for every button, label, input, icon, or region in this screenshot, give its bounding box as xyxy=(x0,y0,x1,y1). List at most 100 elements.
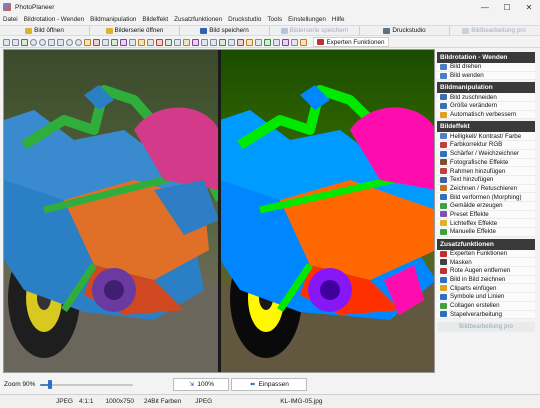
compare-divider[interactable] xyxy=(218,50,221,372)
item-manuelle-effekte[interactable]: Manuelle Effekte xyxy=(437,228,535,237)
save-series-button[interactable]: Bilderserie speichern xyxy=(270,25,360,36)
light-effects-icon xyxy=(440,220,447,227)
menu-bildmanipulation[interactable]: Bildmanipulation xyxy=(87,16,139,23)
undo-icon[interactable] xyxy=(201,38,208,46)
item-text[interactable]: Text hinzufügen xyxy=(437,175,535,185)
item-zeichnen[interactable]: Zeichnen / Retuschieren xyxy=(437,184,535,194)
motorcycle-photo-edited xyxy=(220,50,434,372)
minimize-button[interactable]: — xyxy=(474,0,496,14)
motorcycle-photo-original xyxy=(4,50,220,372)
item-collagen[interactable]: Collagen erstellen xyxy=(437,301,535,311)
compare-icon[interactable] xyxy=(219,38,226,46)
section-header-rotation: Bildrotation - Wenden xyxy=(437,52,535,63)
zoom-in-icon[interactable] xyxy=(66,38,73,46)
menu-bildrotation[interactable]: Bildrotation - Wenden xyxy=(21,16,87,23)
rotate-left-icon[interactable] xyxy=(30,38,37,46)
zoom-label: Zoom 90% xyxy=(4,380,36,388)
redo-icon[interactable] xyxy=(210,38,217,46)
item-schaerfer[interactable]: Schärfer / Weichzeichner xyxy=(437,149,535,159)
grid-icon[interactable] xyxy=(255,38,262,46)
item-verformen[interactable]: Bild verformen (Morphing) xyxy=(437,193,535,202)
filter-icon[interactable] xyxy=(111,38,118,46)
item-stapel[interactable]: Stapelverarbeitung xyxy=(437,310,535,320)
symbols-icon[interactable] xyxy=(273,38,280,46)
save-icon[interactable] xyxy=(12,38,19,46)
mask-icon[interactable] xyxy=(174,38,181,46)
flip-vertical-icon[interactable] xyxy=(57,38,64,46)
settings-icon[interactable] xyxy=(291,38,298,46)
collage-icon[interactable] xyxy=(264,38,271,46)
batch-process-button[interactable]: Bildbearbeitung pro xyxy=(450,26,538,36)
menu-zusatzfunktionen[interactable]: Zusatzfunktionen xyxy=(171,16,225,23)
item-rahmen[interactable]: Rahmen hinzufügen xyxy=(437,167,535,176)
clipart-icon[interactable] xyxy=(165,38,172,46)
open-icon[interactable] xyxy=(3,38,10,46)
menu-hilfe[interactable]: Hilfe xyxy=(329,16,348,23)
morph-icon xyxy=(440,194,447,201)
save-icon xyxy=(200,27,208,34)
zoom-slider[interactable] xyxy=(40,379,134,389)
item-masken[interactable]: Masken xyxy=(437,258,535,268)
sharpen-icon[interactable] xyxy=(102,38,109,46)
menu-datei[interactable]: Datei xyxy=(0,16,21,23)
item-symbole[interactable]: Symbole und Linien xyxy=(437,293,535,302)
image-canvas[interactable] xyxy=(3,49,435,373)
item-helligkeit[interactable]: Helligkeit/ Kontrast/ Farbe xyxy=(437,132,535,142)
item-lichteffex[interactable]: Lichteffex Effekte xyxy=(437,219,535,228)
item-experten[interactable]: Experten Funktionen xyxy=(437,249,535,259)
light-effect-icon[interactable] xyxy=(246,38,253,46)
item-zuschneiden[interactable]: Bild zuschneiden xyxy=(437,93,535,103)
frame-icon[interactable] xyxy=(147,38,154,46)
title-bar: PhotoPlaneer — ☐ ✕ xyxy=(0,0,540,14)
morph-icon[interactable] xyxy=(282,38,289,46)
zoom-100-button[interactable]: ⇲ 100% xyxy=(173,377,230,391)
brightness-icon xyxy=(440,133,447,140)
crop-icon[interactable] xyxy=(21,38,28,46)
maximize-button[interactable]: ☐ xyxy=(496,0,518,14)
delete-icon[interactable] xyxy=(237,38,244,46)
item-cliparts[interactable]: Cliparts einfügen xyxy=(437,284,535,294)
zoom-icon: ⇲ xyxy=(188,381,195,388)
flip-horizontal-icon[interactable] xyxy=(48,38,55,46)
crop-icon xyxy=(440,94,447,101)
pro-editing-button[interactable]: Bildbearbeitung pro xyxy=(437,322,535,333)
zoom-out-icon[interactable] xyxy=(75,38,82,46)
help-icon[interactable] xyxy=(300,38,307,46)
preset-icon[interactable] xyxy=(192,38,199,46)
fit-button[interactable]: ⬌ Einpassen xyxy=(231,377,308,391)
open-series-button[interactable]: Bilderserie öffnen xyxy=(90,25,180,36)
item-auto-verbessern[interactable]: Automatisch verbessern xyxy=(437,110,535,120)
text-icon[interactable] xyxy=(138,38,145,46)
rotate-right-icon[interactable] xyxy=(39,38,46,46)
zoom-slider-thumb[interactable] xyxy=(47,379,52,389)
brightness-icon[interactable] xyxy=(84,38,91,46)
color-icon[interactable] xyxy=(93,38,100,46)
print-icon[interactable] xyxy=(228,38,235,46)
save-image-button[interactable]: Bild speichern xyxy=(180,25,270,36)
menu-einstellungen[interactable]: Einstellungen xyxy=(285,16,329,23)
item-bild-drehen[interactable]: Bild drehen xyxy=(437,63,535,72)
resize-icon[interactable] xyxy=(129,38,136,46)
print-studio-button[interactable]: Druckstudio xyxy=(360,25,450,36)
open-image-button[interactable]: Bild öffnen xyxy=(0,25,90,36)
section-header-manipulation: Bildmanipulation xyxy=(437,82,535,94)
item-farbkorrektur[interactable]: Farbkorrektur RGB xyxy=(437,141,535,150)
expert-functions-button[interactable]: Experten Funktionen xyxy=(313,37,389,47)
item-groesse[interactable]: Größe verändern xyxy=(437,102,535,111)
close-button[interactable]: ✕ xyxy=(518,0,540,14)
menu-bildeffekt[interactable]: Bildeffekt xyxy=(139,16,171,23)
folder-icon xyxy=(25,27,33,34)
item-gemaelde[interactable]: Gemälde erzeugen xyxy=(437,201,535,211)
item-rote-augen[interactable]: Rote Augen entfernen xyxy=(437,267,535,276)
item-bild-wenden[interactable]: Bild wenden xyxy=(437,71,535,81)
item-preset[interactable]: Preset Effekte xyxy=(437,210,535,220)
item-foto-effekte[interactable]: Fotografische Effekte xyxy=(437,158,535,168)
resize-icon xyxy=(440,102,447,109)
menu-tools[interactable]: Tools xyxy=(264,16,285,23)
item-bild-in-bild[interactable]: Bild in Bild zeichnen xyxy=(437,275,535,285)
auto-enhance-icon[interactable] xyxy=(183,38,190,46)
menu-druckstudio[interactable]: Druckstudio xyxy=(225,16,264,23)
collage-icon xyxy=(440,302,447,309)
red-eye-icon[interactable] xyxy=(156,38,163,46)
effect-icon[interactable] xyxy=(120,38,127,46)
